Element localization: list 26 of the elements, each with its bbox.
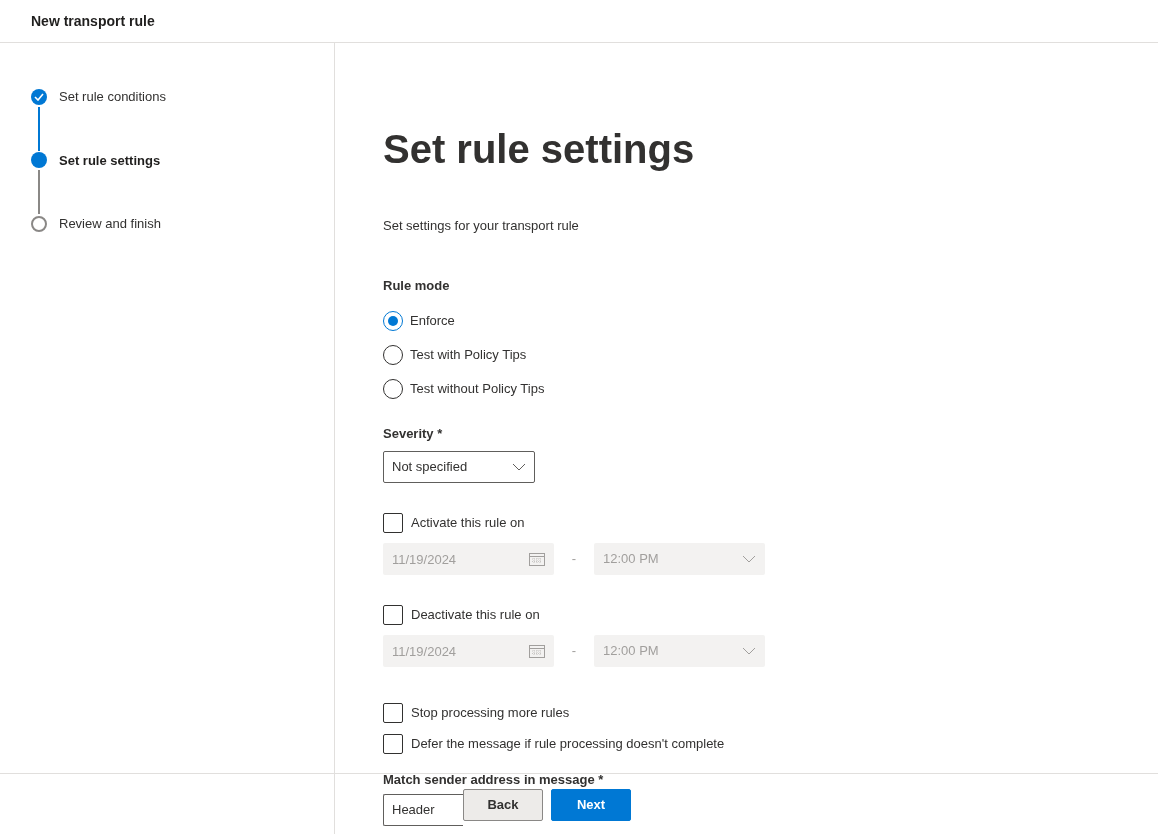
step-label[interactable]: Review and finish: [59, 214, 161, 234]
chevron-down-icon: [512, 462, 526, 471]
match-sender-label: Match sender address in message *: [383, 770, 604, 789]
panel-title: New transport rule: [31, 11, 155, 31]
step-label[interactable]: Set rule conditions: [59, 87, 166, 107]
severity-dropdown[interactable]: Not specified: [383, 450, 535, 483]
back-button[interactable]: Back: [463, 789, 543, 821]
severity-label: Severity *: [383, 425, 443, 443]
checkbox[interactable]: [383, 733, 403, 754]
checkbox-label[interactable]: Stop processing more rules: [411, 702, 570, 723]
radio-label[interactable]: Test with Policy Tips: [410, 345, 527, 365]
next-button[interactable]: Next: [551, 789, 631, 821]
chevron-down-icon: [742, 646, 756, 655]
date-time-separator: -: [570, 641, 578, 660]
date-time-separator: -: [570, 549, 578, 568]
rule-mode-label: Rule mode: [383, 276, 450, 295]
radio-label[interactable]: Enforce: [410, 311, 455, 331]
checkbox[interactable]: [383, 702, 403, 723]
calendar-icon: [529, 551, 545, 566]
checkbox-label[interactable]: Defer the message if rule processing doesn't complete: [411, 733, 725, 754]
page-heading: Set rule settings: [383, 126, 695, 173]
radio-label[interactable]: Test without Policy Tips: [410, 379, 545, 399]
calendar-icon: [529, 643, 545, 658]
step-label[interactable]: Set rule settings: [59, 150, 161, 170]
description-text: Set settings for your transport rule: [383, 217, 579, 235]
chevron-down-icon: [742, 554, 756, 563]
